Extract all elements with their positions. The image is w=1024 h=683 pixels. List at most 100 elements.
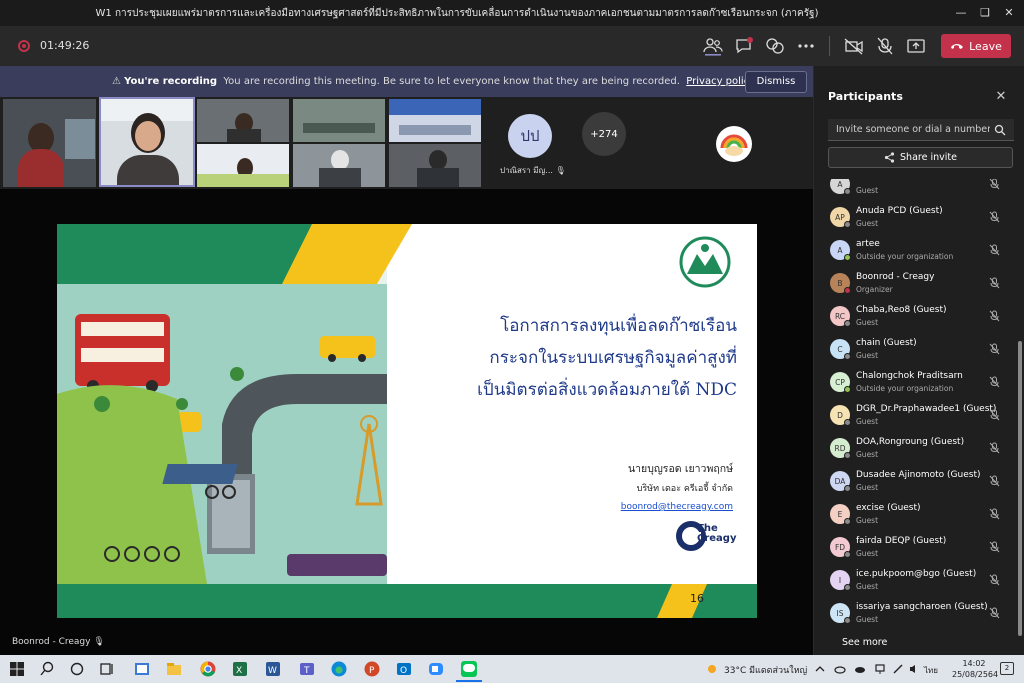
- participant-name: Chalongchok Praditsarn: [856, 371, 963, 381]
- meeting-toolbar: 01:49:26 Leave: [0, 26, 1024, 66]
- outlook-icon[interactable]: O: [395, 660, 413, 678]
- participant-row[interactable]: CP Chalongchok Praditsarn Outside your org…: [814, 367, 1018, 400]
- video-tile[interactable]: [389, 99, 481, 142]
- participant-row[interactable]: RD DOA,Rongroung (Guest) Guest: [814, 433, 1018, 466]
- chat-icon[interactable]: [733, 36, 755, 56]
- mic-off-icon[interactable]: [989, 409, 1000, 421]
- search-icon[interactable]: [994, 124, 1006, 136]
- participant-logo-tile[interactable]: [716, 126, 752, 162]
- participants-icon[interactable]: [702, 36, 724, 56]
- camera-off-icon[interactable]: [843, 36, 865, 56]
- mic-off-icon[interactable]: [989, 475, 1000, 487]
- cloud-icon[interactable]: [854, 663, 866, 675]
- participant-row[interactable]: Eexcise (Guest) Guest: [814, 499, 1018, 532]
- rainbow-logo-icon: [720, 134, 748, 156]
- share-invite-button[interactable]: Share invite: [828, 147, 1013, 168]
- participant-row[interactable]: RC Chaba,Reo8 (Guest) Guest: [814, 301, 1018, 334]
- word-icon[interactable]: W: [264, 660, 282, 678]
- participant-role: Guest: [856, 615, 879, 624]
- participants-scrollbar[interactable]: [1018, 341, 1022, 636]
- see-more-link[interactable]: See more: [842, 637, 887, 648]
- notification-center-icon[interactable]: 2: [1000, 662, 1014, 675]
- task-view-icon[interactable]: [98, 660, 116, 678]
- panel-title: Participants: [828, 90, 903, 103]
- mic-off-icon[interactable]: [989, 179, 1000, 190]
- participant-row[interactable]: D DGR_Dr.Praphawadee1 (Guest) Guest: [814, 400, 1018, 433]
- participant-row[interactable]: DA Dusadee Ajinomoto (Guest) Guest: [814, 466, 1018, 499]
- cortana-icon[interactable]: [68, 660, 86, 678]
- participant-row[interactable]: Iice.pukpoom@bgo (Guest) Guest: [814, 565, 1018, 598]
- mic-off-icon[interactable]: [989, 244, 1000, 256]
- reactions-icon[interactable]: [764, 36, 786, 56]
- mic-off-icon[interactable]: [989, 343, 1000, 355]
- pen-icon[interactable]: [892, 663, 904, 675]
- video-tile[interactable]: [197, 99, 289, 142]
- word-pad-icon[interactable]: [133, 660, 151, 678]
- windows-taskbar: X W T P O 33°C มีแดดส่วนใหญ่ ไทย 14:02 2…: [0, 655, 1024, 683]
- maximize-icon[interactable]: ❑: [974, 4, 996, 22]
- video-tile[interactable]: [389, 144, 481, 187]
- dismiss-button[interactable]: Dismiss: [745, 71, 807, 93]
- participant-avatar[interactable]: ปป: [508, 114, 552, 158]
- participant-avatar: C: [830, 339, 851, 360]
- overflow-participants-count[interactable]: +274: [582, 112, 626, 156]
- weather-text[interactable]: 33°C มีแดดส่วนใหญ่: [724, 663, 807, 677]
- video-tile-active-speaker[interactable]: [99, 97, 195, 187]
- mic-off-icon[interactable]: [989, 508, 1000, 520]
- close-icon[interactable]: ✕: [994, 90, 1008, 104]
- participant-role: Outside your organization: [856, 252, 954, 261]
- participant-row[interactable]: FD fairda DEQP (Guest) Guest: [814, 532, 1018, 565]
- video-tile[interactable]: [293, 144, 385, 187]
- participant-row[interactable]: B Boonrod - Creagy Organizer: [814, 268, 1018, 301]
- minimize-icon[interactable]: —: [950, 4, 972, 22]
- search-icon[interactable]: [38, 660, 56, 678]
- mic-off-icon[interactable]: [989, 574, 1000, 586]
- mic-off-icon[interactable]: [989, 607, 1000, 619]
- video-tile[interactable]: [3, 99, 96, 187]
- start-icon[interactable]: [8, 660, 26, 678]
- participant-row[interactable]: IS issariya sangcharoen (Guest) Guest: [814, 598, 1018, 631]
- participant-row[interactable]: AP Anuda PCD (Guest) Guest: [814, 202, 1018, 235]
- presence-status-icon: [844, 353, 851, 360]
- share-screen-icon[interactable]: [905, 36, 927, 56]
- invite-search-input[interactable]: [828, 119, 1014, 141]
- powerpoint-icon[interactable]: P: [363, 660, 381, 678]
- mic-off-icon[interactable]: [989, 442, 1000, 454]
- participant-name: DGR_Dr.Praphawadee1 (Guest): [856, 404, 997, 414]
- mic-off-icon[interactable]: [989, 310, 1000, 322]
- presence-status-icon: [844, 221, 851, 228]
- close-window-icon[interactable]: ✕: [998, 4, 1020, 22]
- participant-row[interactable]: A Guest: [814, 179, 1018, 202]
- mic-off-icon[interactable]: [989, 376, 1000, 388]
- zoom-icon[interactable]: [427, 660, 445, 678]
- presence-status-icon: [844, 254, 851, 261]
- more-options-icon[interactable]: [795, 36, 817, 56]
- mic-off-icon[interactable]: [989, 211, 1000, 223]
- chrome-icon[interactable]: [199, 660, 217, 678]
- mic-off-icon[interactable]: [989, 541, 1000, 553]
- participant-name: ice.pukpoom@bgo (Guest): [856, 569, 977, 579]
- video-tile[interactable]: [293, 99, 385, 142]
- volume-icon[interactable]: [908, 663, 920, 675]
- clock[interactable]: 14:02 25/08/2564: [952, 658, 998, 680]
- participant-avatar: I: [830, 570, 851, 591]
- teams-icon[interactable]: T: [298, 660, 316, 678]
- language-indicator[interactable]: ไทย: [924, 664, 938, 677]
- leave-button[interactable]: Leave: [941, 34, 1011, 58]
- line-app-icon[interactable]: [460, 660, 478, 678]
- slide-email-link[interactable]: boonrod@thecreagy.com: [621, 502, 733, 512]
- mic-off-icon[interactable]: [874, 36, 896, 56]
- participant-role: Organizer: [856, 285, 893, 294]
- edge-icon[interactable]: [330, 660, 348, 678]
- mic-off-icon[interactable]: [989, 277, 1000, 289]
- onedrive-icon[interactable]: [834, 663, 846, 675]
- network-icon[interactable]: [874, 663, 886, 675]
- presentation-slide: โอกาสการลงทุนเพื่อลดก๊าซเรือน กระจกในระบ…: [57, 224, 757, 618]
- file-explorer-icon[interactable]: [165, 660, 183, 678]
- excel-icon[interactable]: X: [231, 660, 249, 678]
- participant-row[interactable]: Aartee Outside your organization: [814, 235, 1018, 268]
- video-tile[interactable]: [197, 144, 289, 187]
- slide-author: นายบุญรอด เยาวพฤกษ์: [627, 463, 733, 475]
- chevron-up-icon[interactable]: [814, 663, 826, 675]
- participant-row[interactable]: Cchain (Guest) Guest: [814, 334, 1018, 367]
